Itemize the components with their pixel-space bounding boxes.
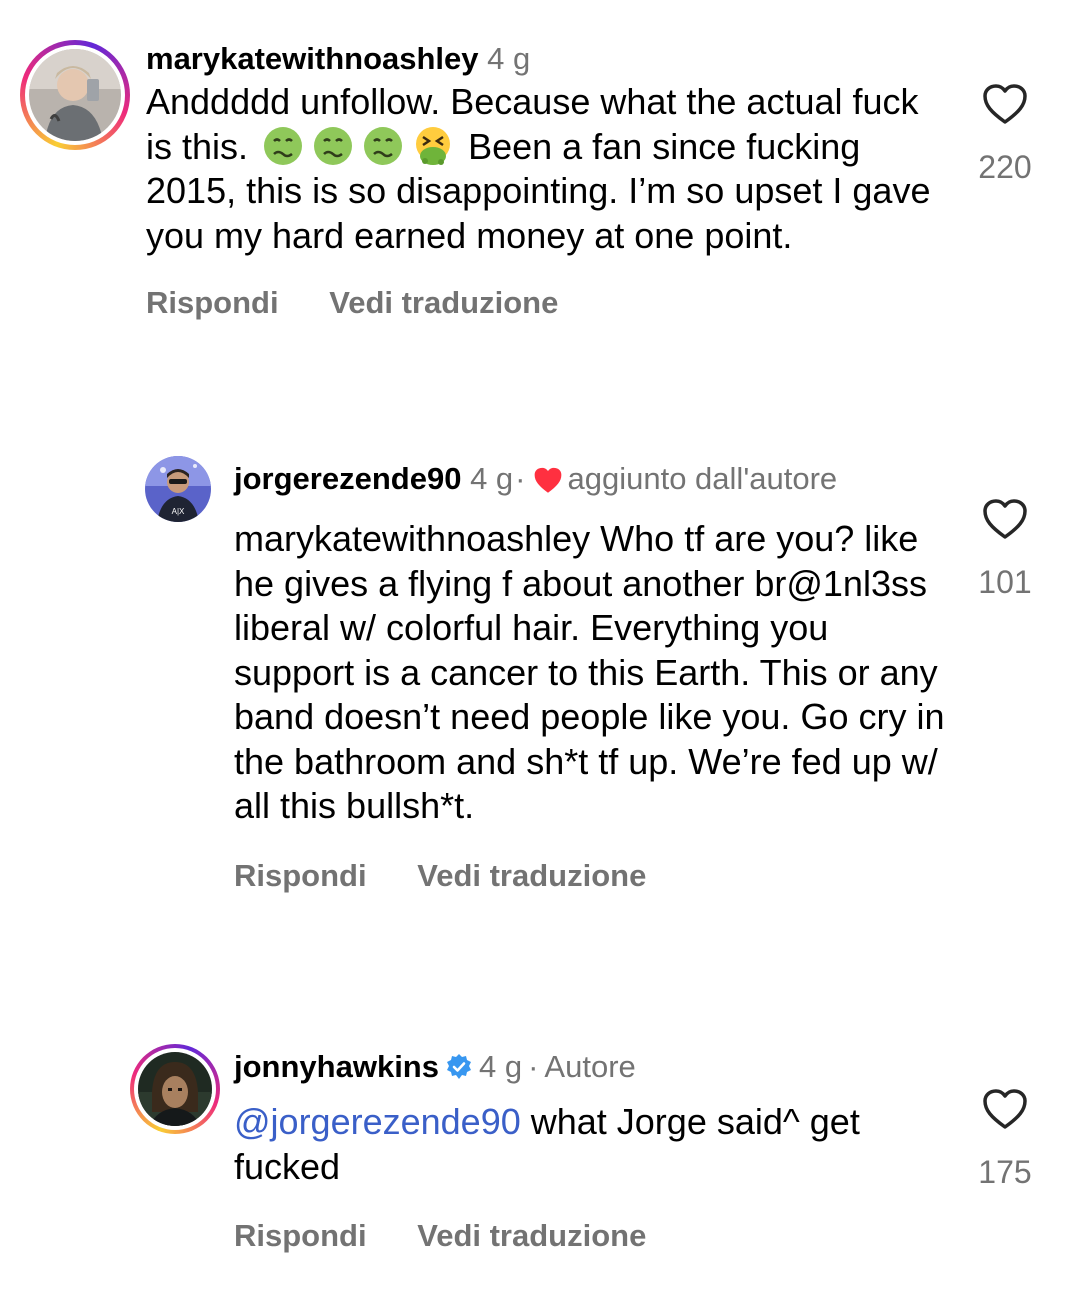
- avatar[interactable]: [29, 49, 121, 141]
- reply-button[interactable]: Rispondi: [234, 858, 367, 893]
- see-translation-button[interactable]: Vedi traduzione: [329, 285, 558, 320]
- heart-icon: [532, 465, 564, 503]
- like-control: 220: [965, 82, 1045, 186]
- comment-text: @jorgerezende90 what Jorge said^ get fuc…: [234, 1100, 954, 1189]
- meta-separator: ·: [515, 461, 526, 496]
- comment-time: 4 g: [470, 461, 514, 496]
- liked-by-author-label: aggiunto dall'autore: [567, 461, 838, 496]
- nauseated-face-icon: [362, 125, 404, 167]
- comment-actions: Rispondi Vedi traduzione: [234, 1217, 954, 1255]
- comment-actions: Rispondi Vedi traduzione: [234, 857, 954, 895]
- verified-badge-icon: [445, 1052, 473, 1090]
- like-count: 220: [978, 149, 1032, 185]
- username-link[interactable]: jorgerezende90: [234, 461, 461, 496]
- author-label: Autore: [544, 1049, 636, 1084]
- see-translation-button[interactable]: Vedi traduzione: [417, 1218, 646, 1253]
- avatar-story-ring[interactable]: [20, 40, 130, 150]
- username-link[interactable]: marykatewithnoashley: [146, 41, 479, 76]
- like-count: 101: [978, 564, 1032, 600]
- reply-button[interactable]: Rispondi: [146, 285, 279, 320]
- vomiting-face-icon: [412, 125, 454, 167]
- meta-separator: ·: [528, 1049, 539, 1084]
- comment-meta: jonnyhawkins 4 g · Autore: [234, 1048, 954, 1090]
- reply-button[interactable]: Rispondi: [234, 1218, 367, 1253]
- comment-meta: jorgerezende90 4 g· aggiunto dall'autore: [234, 460, 954, 503]
- comment-time: 4 g: [478, 1049, 523, 1084]
- heart-outline-icon[interactable]: [981, 497, 1029, 541]
- heart-outline-icon[interactable]: [981, 1087, 1029, 1131]
- comment-meta: marykatewithnoashley 4 g: [146, 40, 946, 78]
- like-control: 175: [965, 1087, 1045, 1191]
- avatar-story-ring[interactable]: [130, 1044, 220, 1134]
- avatar[interactable]: A|X: [145, 456, 211, 522]
- nauseated-face-icon: [312, 125, 354, 167]
- comment-text: Anddddd unfollow. Because what the actua…: [146, 80, 946, 258]
- comment-actions: Rispondi Vedi traduzione: [146, 284, 946, 322]
- username-link[interactable]: jonnyhawkins: [234, 1049, 439, 1084]
- see-translation-button[interactable]: Vedi traduzione: [417, 858, 646, 893]
- mention-link[interactable]: @jorgerezende90: [234, 1101, 521, 1142]
- svg-text:A|X: A|X: [172, 507, 185, 516]
- heart-outline-icon[interactable]: [981, 82, 1029, 126]
- nauseated-face-icon: [262, 125, 304, 167]
- like-control: 101: [965, 497, 1045, 601]
- avatar[interactable]: [138, 1052, 212, 1126]
- comment-text: marykatewithnoashley Who tf are you? lik…: [234, 518, 945, 826]
- comment-time: 4 g: [487, 41, 531, 76]
- like-count: 175: [978, 1154, 1032, 1190]
